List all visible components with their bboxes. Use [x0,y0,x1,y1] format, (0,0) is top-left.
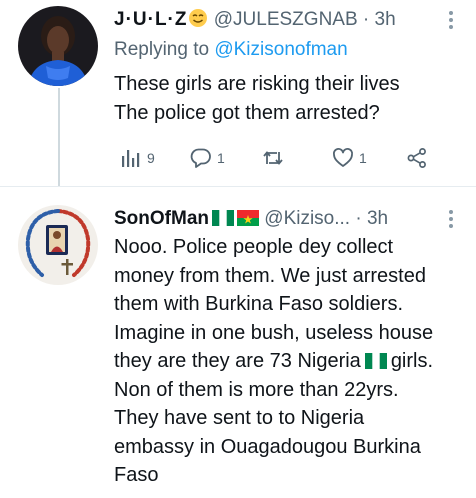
reply-icon [190,148,211,168]
avatar[interactable] [18,6,98,86]
nigeria-flag-icon [212,210,234,226]
retweet-button[interactable] [262,144,289,172]
handle[interactable]: @JULESZGNAB [214,9,358,30]
reply-tweet-julz[interactable]: J·U·L·Z @JULESZGNAB · 3h Replying to @Ki… [0,0,476,186]
tweet-line: Non of them is more than 22yrs. [114,378,399,401]
tweet-text: Nooo. Police people dey collect money fr… [114,233,466,490]
retweet-icon [263,151,283,165]
reply-count: 1 [217,150,225,166]
views-button[interactable]: 9 [120,144,155,172]
nigeria-flag-icon [364,353,387,369]
separator-dot: · [355,208,362,229]
more-icon[interactable] [442,10,460,30]
tweet-line-part: girls. [390,350,434,372]
tweet-line: They have sent to to Nigeria [114,407,365,429]
tweet-line: The police got them arrested? [114,101,380,124]
replying-mention[interactable]: @Kizisonofman [214,39,347,60]
tweet-line: them with Burkina Faso soldiers. [114,293,404,315]
tweet-line: Faso [114,464,159,486]
reply-tweet-sonofman[interactable]: SonOfMan @Kiziso... · 3h Nooo. Police pe… [0,186,476,498]
tweet-line-part: they are they are 73 Nigeria [114,350,361,372]
tweet-line: Nooo. Police people dey collect [114,236,394,258]
replying-to: Replying to @Kizisonofman [114,38,348,62]
display-name[interactable]: J·U·L·Z [114,9,187,30]
tweet-line: These girls are risking their lives [114,73,400,95]
replying-label: Replying to [114,39,210,60]
burkina-faso-flag-icon [237,210,259,226]
timestamp[interactable]: 3h [367,208,388,229]
tweet-line: embassy in Ouagadougou Burkina [114,435,421,458]
tweet-line: they are they are 73 Nigeria girls. [114,347,466,376]
tweet-header: SonOfMan @Kiziso... · 3h [114,207,436,231]
tweet-line: Imagine in one bush, useless house [114,321,434,344]
reply-button[interactable]: 1 [190,144,225,172]
like-count: 1 [359,150,367,166]
tweet-actions: 9 1 1 [114,144,444,172]
tweet-header: J·U·L·Z @JULESZGNAB · 3h [114,8,436,32]
share-button[interactable] [406,144,428,172]
share-icon [407,148,426,168]
views-icon [122,150,140,167]
timestamp[interactable]: 3h [375,9,396,30]
avatar[interactable] [18,205,98,285]
views-count: 9 [147,150,155,166]
thread-line [58,88,60,186]
separator-dot: · [362,9,370,30]
more-icon[interactable] [442,209,460,229]
like-button[interactable]: 1 [332,144,367,172]
like-icon [333,148,353,167]
smiling-face-icon [189,9,208,27]
tweet-line: money from them. We just arrested [114,264,426,287]
display-name[interactable]: SonOfMan [114,208,209,229]
handle[interactable]: @Kiziso... [264,208,350,229]
tweet-text: These girls are risking their lives The … [114,70,466,127]
